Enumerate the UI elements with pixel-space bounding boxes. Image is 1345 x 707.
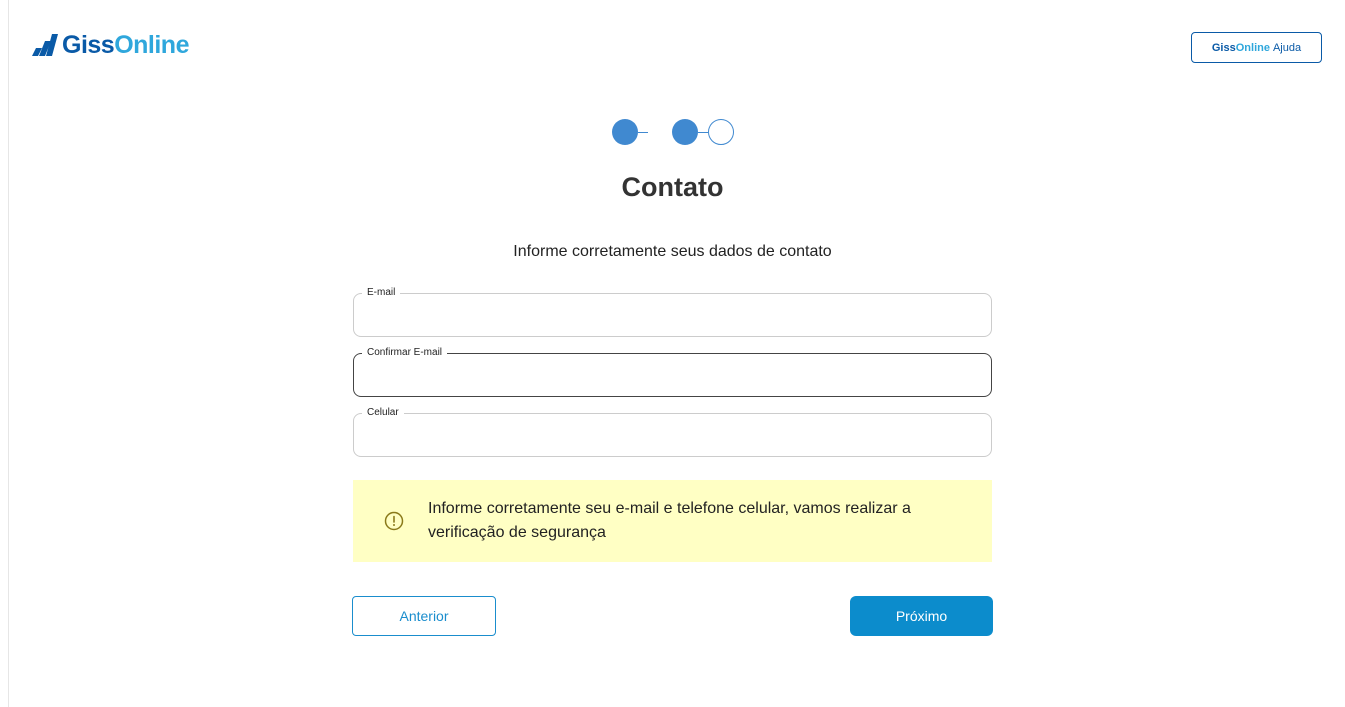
confirm-email-input[interactable]	[366, 364, 979, 390]
confirm-email-label: Confirmar E-mail	[362, 346, 448, 360]
step-2-complete	[672, 119, 698, 145]
page-subtitle: Informe corretamente seus dados de conta…	[513, 243, 832, 260]
help-button-label: Ajuda	[1272, 41, 1302, 54]
step-connector-1	[638, 131, 648, 133]
email-input[interactable]	[366, 304, 979, 330]
page-left-border	[8, 0, 9, 707]
logo-text: GissOnline	[62, 30, 189, 59]
email-field[interactable]: E-mail	[353, 286, 992, 337]
next-button[interactable]: Próximo	[850, 596, 993, 636]
alert-message: Informe corretamente seu e-mail e telefo…	[428, 500, 911, 541]
logo-bars-icon	[32, 34, 58, 56]
confirm-email-field[interactable]: Confirmar E-mail	[353, 346, 992, 397]
page-title: Contato	[621, 172, 724, 202]
email-label: E-mail	[362, 286, 401, 300]
help-button-brand: GissOnline	[1211, 41, 1270, 54]
phone-input[interactable]	[366, 424, 979, 450]
security-alert: Informe corretamente seu e-mail e telefo…	[353, 480, 992, 562]
phone-label: Celular	[362, 406, 404, 420]
previous-button[interactable]: Anterior	[352, 596, 496, 636]
step-connector-2	[698, 131, 708, 133]
gissonline-logo[interactable]: GissOnline	[32, 30, 189, 60]
step-3-pending	[708, 119, 734, 145]
progress-stepper	[612, 119, 734, 145]
alert-circle-icon	[384, 511, 404, 531]
phone-field[interactable]: Celular	[353, 406, 992, 457]
help-button[interactable]: GissOnline Ajuda	[1191, 32, 1322, 63]
step-1-complete	[612, 119, 638, 145]
